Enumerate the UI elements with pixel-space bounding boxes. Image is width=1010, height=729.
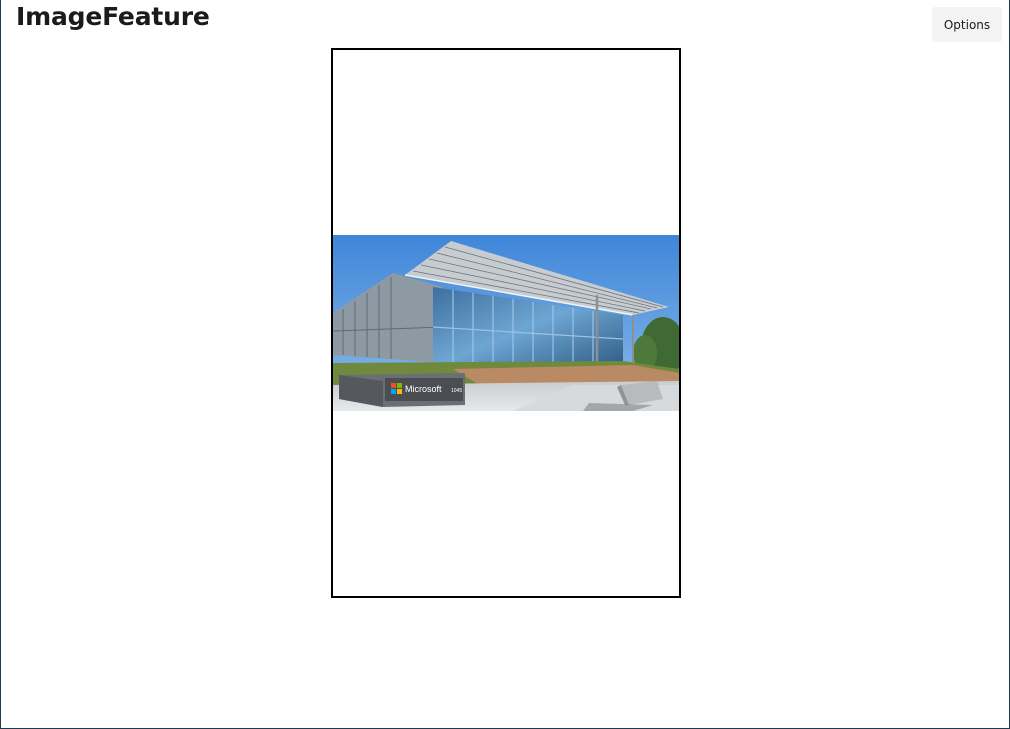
app-window: ImageFeature Options Microsoft 1045 <box>0 0 1010 729</box>
building-photo: Microsoft 1045 <box>333 235 679 411</box>
options-button[interactable]: Options <box>932 7 1002 42</box>
page-title: ImageFeature <box>16 2 210 31</box>
sign-number: 1045 <box>451 388 462 394</box>
image-frame: Microsoft 1045 <box>331 48 681 598</box>
sign-text: Microsoft <box>405 384 442 394</box>
